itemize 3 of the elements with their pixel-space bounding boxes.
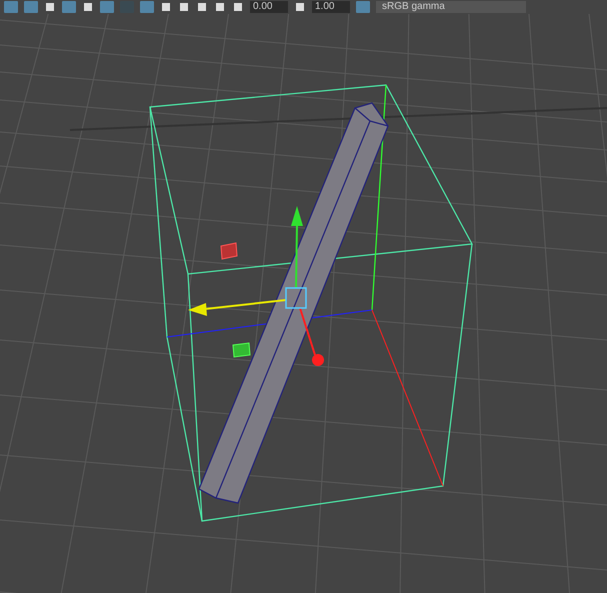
color-space-dropdown[interactable]: sRGB gamma [376,1,526,13]
number-field[interactable]: 1.00 [312,1,350,13]
number-field[interactable]: 0.00 [250,1,288,13]
